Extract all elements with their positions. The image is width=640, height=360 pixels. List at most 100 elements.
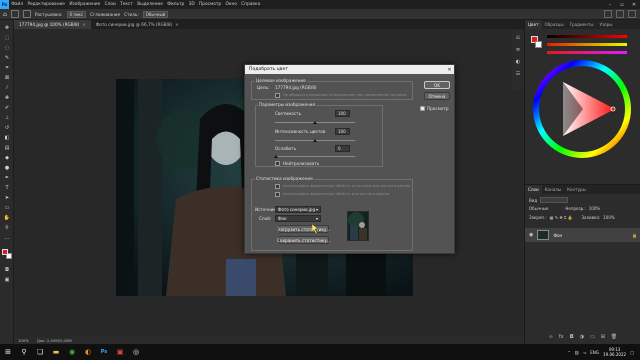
tab-document-1[interactable]: 177794.jpg @ 100% (RGB/8) ✕: [14, 20, 91, 29]
photoshop-taskbar-icon[interactable]: Ps: [96, 344, 112, 360]
notifications-icon[interactable]: ▢: [630, 350, 634, 355]
cancel-button[interactable]: Отмена: [424, 92, 450, 100]
start-icon[interactable]: ⊞: [0, 344, 16, 360]
ok-button[interactable]: OK: [424, 81, 450, 89]
fade-slider-thumb[interactable]: [274, 155, 278, 158]
clock[interactable]: 09:13 19.06.2022: [603, 347, 626, 357]
tab-layers[interactable]: Слои: [525, 185, 542, 194]
chrome-icon[interactable]: ◉: [64, 344, 80, 360]
healing-brush-tool-icon[interactable]: ✚: [3, 94, 11, 101]
more-tools-icon[interactable]: …: [3, 234, 11, 241]
close-tab-icon[interactable]: ✕: [82, 22, 85, 27]
fade-input[interactable]: 0: [335, 145, 350, 152]
eye-icon[interactable]: ◉: [529, 232, 533, 238]
tab-document-2[interactable]: Фото синерии.jpg @ 66,7% (RGB/8) ✕: [91, 20, 184, 29]
eyedropper-tool-icon[interactable]: ⁄: [3, 84, 11, 91]
layer-row[interactable]: ◉ Фон 🔒: [525, 228, 640, 242]
luminance-slider-thumb[interactable]: [313, 121, 317, 124]
eraser-tool-icon[interactable]: ◧: [3, 134, 11, 141]
path-selection-tool-icon[interactable]: ➤: [3, 194, 11, 201]
menu-window[interactable]: Окно: [223, 2, 239, 7]
fx-icon[interactable]: fx: [559, 334, 564, 342]
opacity-value[interactable]: 100%: [589, 206, 600, 211]
tab-channels[interactable]: Каналы: [542, 185, 564, 194]
green-slider[interactable]: [547, 43, 627, 46]
link-icon[interactable]: ∞: [549, 334, 553, 342]
language-indicator[interactable]: ENG: [590, 350, 599, 355]
pen-tool-icon[interactable]: ✒: [3, 174, 11, 181]
screen-mode-icon[interactable]: ▣: [3, 276, 11, 283]
preview-checkbox[interactable]: [420, 106, 425, 111]
use-source-selection-checkbox[interactable]: [275, 184, 280, 189]
neutralize-checkbox[interactable]: [275, 161, 280, 166]
tab-patterns[interactable]: Узоры: [596, 20, 615, 29]
close-tab-icon[interactable]: ✕: [175, 22, 178, 27]
menu-layers[interactable]: Слои: [102, 2, 118, 7]
clone-stamp-tool-icon[interactable]: ⊥: [3, 114, 11, 121]
history-brush-tool-icon[interactable]: ↺: [3, 124, 11, 131]
task-view-icon[interactable]: ❏: [32, 344, 48, 360]
libraries-icon[interactable]: ☷: [514, 70, 522, 78]
mask-icon[interactable]: ◘: [570, 334, 574, 342]
red-slider[interactable]: [547, 35, 627, 38]
brush-tool-icon[interactable]: ✐: [3, 104, 11, 111]
home-icon[interactable]: ⌂: [3, 11, 7, 18]
feather-input[interactable]: 0 пикс: [66, 10, 87, 18]
menu-select[interactable]: Выделение: [135, 2, 165, 7]
zoom-level[interactable]: 100%: [18, 338, 29, 343]
rectangle-tool-icon[interactable]: ▭: [3, 204, 11, 211]
smoothing-label[interactable]: Сглаживание: [90, 12, 120, 17]
tab-color[interactable]: Цвет: [525, 20, 542, 29]
intensity-slider-thumb[interactable]: [313, 139, 317, 142]
close-icon[interactable]: ✕: [628, 0, 640, 9]
network-icon[interactable]: ▥: [575, 350, 579, 355]
tray-arrow-icon[interactable]: ⌃: [567, 350, 571, 355]
menu-view[interactable]: Просмотр: [197, 2, 223, 7]
zoom-tool-icon[interactable]: ⚲: [3, 224, 11, 231]
lock-icons[interactable]: ▦ ✎ ✥ ⌗ 🔒: [550, 215, 573, 220]
lasso-tool-icon[interactable]: ◌: [3, 44, 11, 51]
gradient-tool-icon[interactable]: ▤: [3, 144, 11, 151]
search-icon[interactable]: ⚲: [16, 344, 32, 360]
obs-icon[interactable]: ◎: [128, 344, 144, 360]
use-target-selection-checkbox[interactable]: [275, 192, 280, 197]
blue-slider[interactable]: [547, 51, 627, 54]
marquee-tool-icon[interactable]: ⬚: [3, 34, 11, 41]
menu-filter[interactable]: Фильтр: [165, 2, 186, 7]
layer-select[interactable]: Фон ▾: [275, 215, 321, 222]
firefox-icon[interactable]: ◐: [80, 344, 96, 360]
load-stats-button[interactable]: Загрузить статистику...: [278, 225, 330, 233]
minimize-icon[interactable]: –: [604, 0, 616, 9]
quick-select-tool-icon[interactable]: ✎: [3, 54, 11, 61]
marquee-tool-preset-icon[interactable]: [10, 10, 19, 18]
move-tool-icon[interactable]: ✥: [3, 24, 11, 31]
luminance-input[interactable]: 100: [335, 110, 350, 117]
quick-mask-icon[interactable]: ◘: [3, 266, 11, 273]
menu-file[interactable]: Файл: [9, 2, 25, 7]
dialog-close-icon[interactable]: ✕: [445, 67, 454, 73]
share-icon[interactable]: [628, 10, 636, 18]
adjustments-icon[interactable]: ◐: [514, 58, 522, 66]
source-select[interactable]: Фото синерии.jpg ▾: [275, 206, 321, 213]
dialog-titlebar[interactable]: Подобрать цвет ✕: [245, 65, 454, 74]
crop-tool-icon[interactable]: ⌗: [3, 64, 11, 71]
maximize-icon[interactable]: ▫: [616, 0, 628, 9]
menu-text[interactable]: Текст: [118, 2, 135, 7]
layer-kind-select[interactable]: [540, 197, 569, 203]
menu-help[interactable]: Справка: [239, 2, 262, 7]
tab-swatches[interactable]: Образцы: [542, 20, 567, 29]
volume-icon[interactable]: ◅: [583, 350, 586, 355]
app-icon[interactable]: ▣: [112, 344, 128, 360]
intensity-input[interactable]: 100: [335, 128, 350, 135]
tab-paths[interactable]: Контуры: [564, 185, 589, 194]
trash-icon[interactable]: 🗑: [611, 334, 617, 342]
selection-mode-icon[interactable]: [22, 10, 31, 18]
search-icon[interactable]: [604, 10, 612, 18]
save-stats-button[interactable]: Сохранить статистику...: [277, 236, 331, 244]
history-icon[interactable]: ⎌: [514, 34, 522, 42]
dodge-tool-icon[interactable]: ●: [3, 164, 11, 171]
panel-background-swatch[interactable]: [535, 41, 542, 48]
new-layer-icon[interactable]: ⊞: [601, 334, 605, 342]
fade-slider-track[interactable]: [275, 156, 355, 157]
blur-tool-icon[interactable]: ◆: [3, 154, 11, 161]
